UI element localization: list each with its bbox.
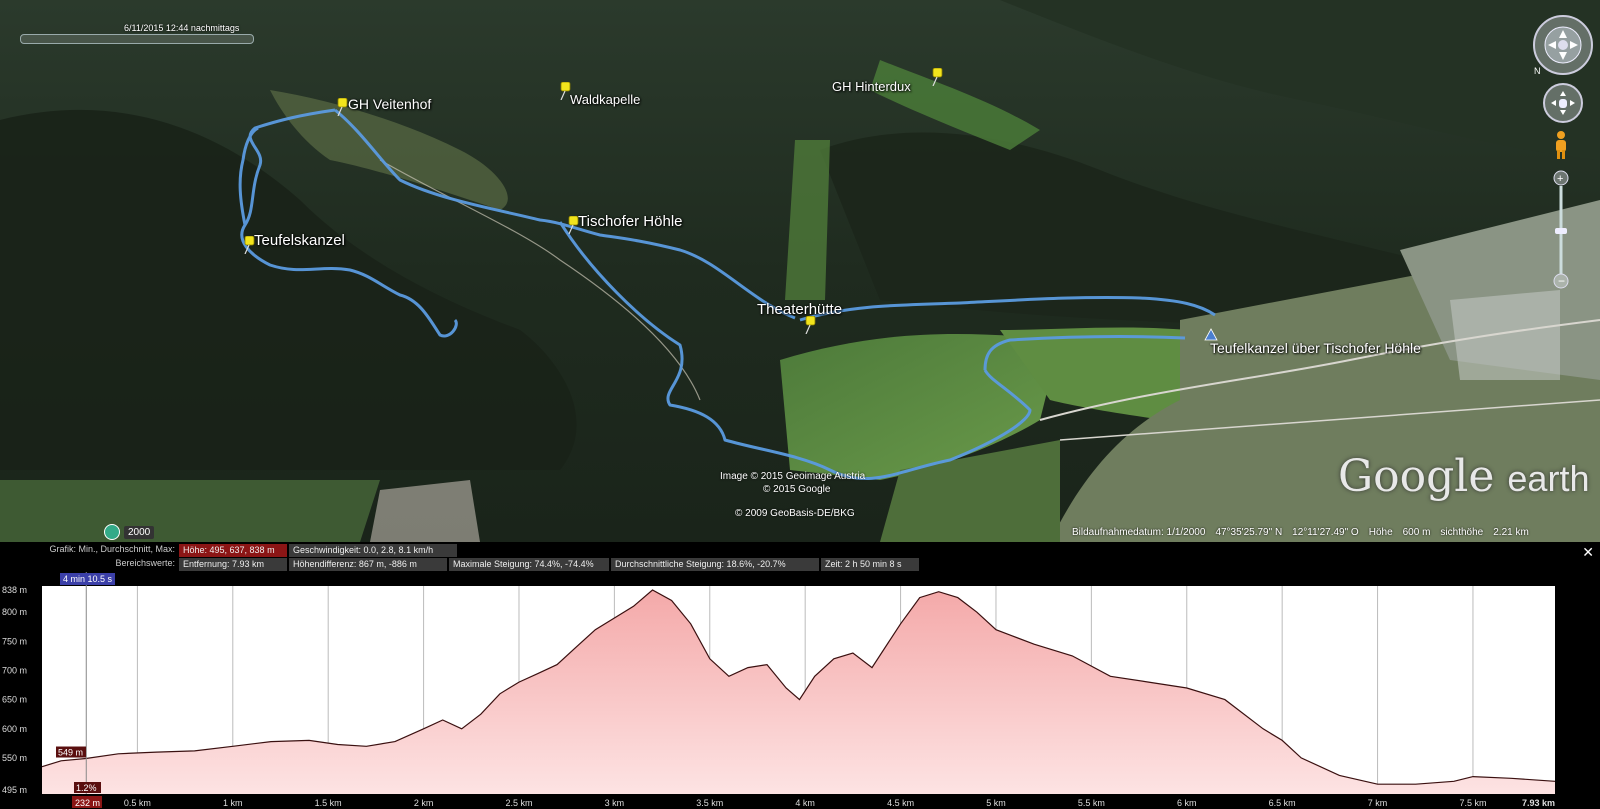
close-profile-button[interactable]: ✕: [1582, 544, 1594, 561]
pushpin-icon[interactable]: [803, 315, 817, 335]
stat-geschwindigkeit[interactable]: Geschwindigkeit: 0.0, 2.8, 8.1 km/h: [289, 544, 457, 557]
imagery-credit: Image © 2015 Geoimage Austria: [720, 471, 866, 482]
x-tick-label: 2 km: [414, 798, 434, 808]
x-tick-label: 7.93 km: [1522, 798, 1555, 808]
google-earth-logo: Google earth: [1338, 451, 1589, 502]
zoom-slider[interactable]: + −: [1553, 170, 1569, 295]
move-control[interactable]: [1542, 82, 1584, 129]
elevation: 600 m: [1402, 527, 1431, 538]
placemark-theaterhuette[interactable]: Theaterhütte: [757, 301, 842, 318]
range-label: Bereichswerte:: [115, 558, 175, 568]
eye-alt-label: sichthöhe: [1440, 527, 1484, 538]
y-tick-label: 750 m: [2, 636, 27, 646]
stat-avg-steigung: Durchschnittliche Steigung: 18.6%, -20.7…: [611, 558, 819, 571]
imagery-date: Bildaufnahmedatum: 1/1/2000: [1072, 527, 1206, 538]
longitude: 12°11'27.49" O: [1292, 527, 1359, 538]
svg-text:−: −: [1558, 274, 1565, 288]
y-tick-label: 550 m: [2, 753, 27, 763]
logo-main: Google: [1338, 451, 1495, 502]
stat-hoehendifferenz: Höhendifferenz: 867 m, -886 m: [289, 558, 447, 571]
x-tick-label: 7 km: [1368, 798, 1388, 808]
latitude: 47°35'25.79" N: [1215, 527, 1283, 538]
profile-stats-row-2: Bereichswerte: Entfernung: 7.93 km Höhen…: [0, 558, 921, 571]
look-control[interactable]: N: [1532, 14, 1594, 81]
hand-pan-icon: [1543, 83, 1583, 123]
stat-entfernung: Entfernung: 7.93 km: [179, 558, 287, 571]
x-tick-label: 1 km: [223, 798, 243, 808]
placemark-route-name[interactable]: Teufelkanzel über Tischofer Höhle: [1210, 340, 1421, 356]
placemark-teufelskanzel[interactable]: Teufelskanzel: [254, 232, 345, 249]
stat-max-steigung: Maximale Steigung: 74.4%, -74.4%: [449, 558, 609, 571]
x-tick-label: 3.5 km: [696, 798, 723, 808]
compass-icon: N: [1533, 15, 1593, 76]
svg-text:+: +: [1557, 173, 1563, 185]
placemark-gh-veitenhof[interactable]: GH Veitenhof: [348, 96, 431, 112]
imagery-year: 2000: [124, 525, 155, 539]
street-view-pegman[interactable]: [1553, 130, 1569, 165]
y-tick-label: 600 m: [2, 724, 27, 734]
x-tick-label: 1.5 km: [315, 798, 342, 808]
elevation-label: Höhe: [1368, 527, 1393, 538]
elevation-chart[interactable]: 838 m 800 m 750 m 700 m 650 m 600 m 550 m 495 m…: [0, 542, 1600, 809]
stat-zeit: Zeit: 2 h 50 min 8 s: [821, 558, 919, 571]
x-tick-label: 4.5 km: [887, 798, 914, 808]
cursor-dist-label: 232 m: [75, 798, 100, 808]
time-slider-label: 6/11/2015 12:44 nachmittags: [124, 23, 240, 33]
y-tick-label: 700 m: [2, 665, 27, 675]
historical-imagery-badge[interactable]: 2000: [104, 524, 155, 540]
stat-hoehe[interactable]: Höhe: 495, 637, 838 m: [179, 544, 287, 557]
cursor-grade-label: 1.2%: [76, 783, 97, 793]
y-tick-label: 495 m: [2, 785, 27, 795]
time-slider[interactable]: [20, 34, 254, 44]
svg-text:N: N: [1534, 66, 1541, 76]
x-tick-label: 5.5 km: [1078, 798, 1105, 808]
x-tick-label: 2.5 km: [505, 798, 532, 808]
x-tick-label: 3 km: [605, 798, 625, 808]
imagery-credit: © 2015 Google: [763, 484, 831, 495]
pushpin-icon[interactable]: [335, 97, 349, 117]
elevation-profile-panel[interactable]: 838 m 800 m 750 m 700 m 650 m 600 m 550 m 495 m…: [0, 542, 1600, 809]
placemark-gh-hinterdux[interactable]: GH Hinterdux: [832, 79, 911, 94]
y-tick-label: 800 m: [2, 607, 27, 617]
profile-stats-row-1: Grafik: Min., Durchschnitt, Max: Höhe: 4…: [0, 544, 459, 557]
x-tick-label: 5 km: [986, 798, 1006, 808]
pegman-icon: [1556, 131, 1566, 159]
x-tick-label: 7.5 km: [1459, 798, 1486, 808]
placemark-tischofer-hoehle[interactable]: Tischofer Höhle: [578, 213, 683, 230]
y-tick-label: 838 m: [2, 585, 27, 595]
x-tick-label: 6.5 km: [1269, 798, 1296, 808]
imagery-credit: © 2009 GeoBasis-DE/BKG: [735, 508, 855, 519]
x-tick-label: 6 km: [1177, 798, 1197, 808]
cursor-time-badge: 4 min 10.5 s: [60, 573, 116, 585]
x-tick-label: 4 km: [795, 798, 815, 808]
y-tick-label: 650 m: [2, 695, 27, 705]
zoom-thumb[interactable]: [1555, 228, 1567, 234]
placemark-waldkapelle[interactable]: Waldkapelle: [570, 92, 640, 107]
logo-sub: earth: [1507, 458, 1590, 499]
eye-alt: 2.21 km: [1493, 527, 1529, 538]
map-view[interactable]: 6/11/2015 12:44 nachmittags GH Veitenhof…: [0, 0, 1600, 542]
cursor-elev-label: 549 m: [58, 748, 83, 758]
pushpin-icon[interactable]: [930, 67, 944, 87]
stats-label: Grafik: Min., Durchschnitt, Max:: [49, 544, 175, 554]
x-tick-label: 0.5 km: [124, 798, 151, 808]
status-bar: Bildaufnahmedatum: 1/1/2000 47°35'25.79"…: [1072, 527, 1529, 538]
historical-imagery-icon: [104, 524, 120, 540]
